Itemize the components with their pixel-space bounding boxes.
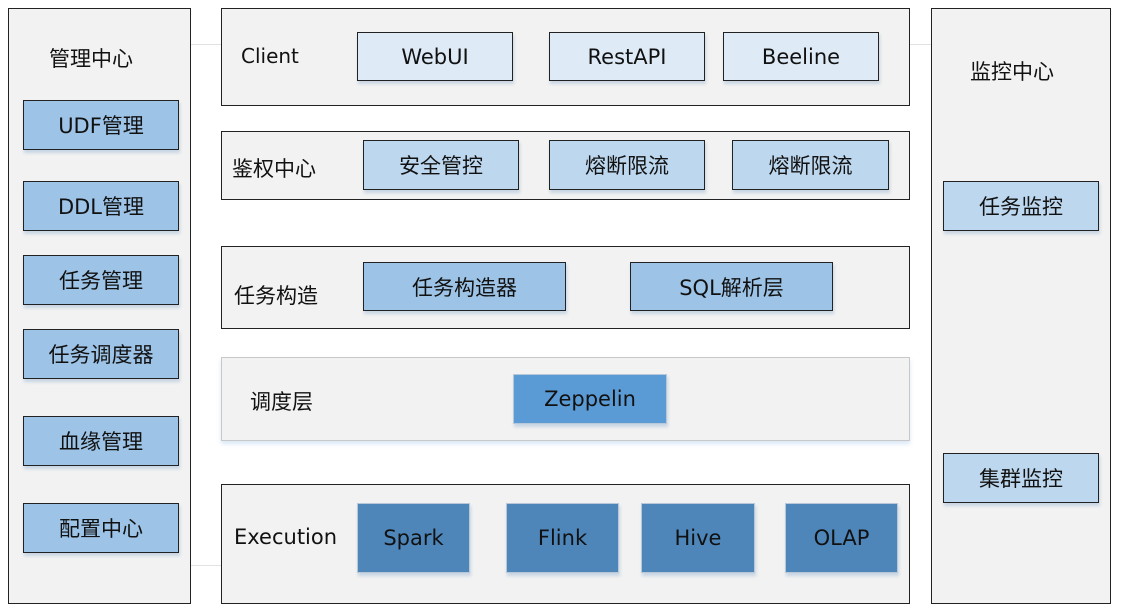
panel-title: 监控中心 bbox=[970, 60, 1054, 84]
layer-label: Execution bbox=[234, 525, 338, 549]
lineage-management-box: 血缘管理 bbox=[23, 416, 179, 466]
config-center-box: 配置中心 bbox=[23, 503, 179, 553]
task-scheduler-box: 任务调度器 bbox=[23, 329, 179, 379]
task-builder-box: 任务构造器 bbox=[363, 262, 566, 311]
security-control-box: 安全管控 bbox=[363, 140, 519, 190]
panel-title: 管理中心 bbox=[49, 47, 133, 71]
flink-box: Flink bbox=[506, 503, 619, 573]
layer-label: 调度层 bbox=[250, 390, 313, 414]
restapi-box: RestAPI bbox=[549, 32, 705, 81]
task-monitoring-box: 任务监控 bbox=[943, 181, 1099, 231]
circuit-breaker-box: 熔断限流 bbox=[549, 140, 705, 190]
udf-management-box: UDF管理 bbox=[23, 100, 179, 150]
connector-line bbox=[909, 44, 931, 45]
layer-label: 任务构造 bbox=[234, 284, 318, 308]
olap-box: OLAP bbox=[785, 503, 898, 573]
connector-line bbox=[190, 44, 221, 45]
cluster-monitoring-box: 集群监控 bbox=[943, 453, 1099, 503]
zeppelin-box: Zeppelin bbox=[513, 374, 667, 424]
circuit-breaker-box: 熔断限流 bbox=[732, 140, 889, 190]
monitoring-center-panel: 监控中心 bbox=[931, 8, 1111, 604]
connector-line bbox=[190, 565, 221, 566]
hive-box: Hive bbox=[641, 503, 755, 573]
layer-label: Client bbox=[241, 44, 299, 68]
sql-parser-box: SQL解析层 bbox=[630, 262, 833, 311]
webui-box: WebUI bbox=[357, 32, 513, 81]
layer-label: 鉴权中心 bbox=[232, 157, 316, 181]
beeline-box: Beeline bbox=[723, 32, 879, 81]
spark-box: Spark bbox=[357, 503, 470, 573]
task-management-box: 任务管理 bbox=[23, 255, 179, 305]
ddl-management-box: DDL管理 bbox=[23, 181, 179, 231]
